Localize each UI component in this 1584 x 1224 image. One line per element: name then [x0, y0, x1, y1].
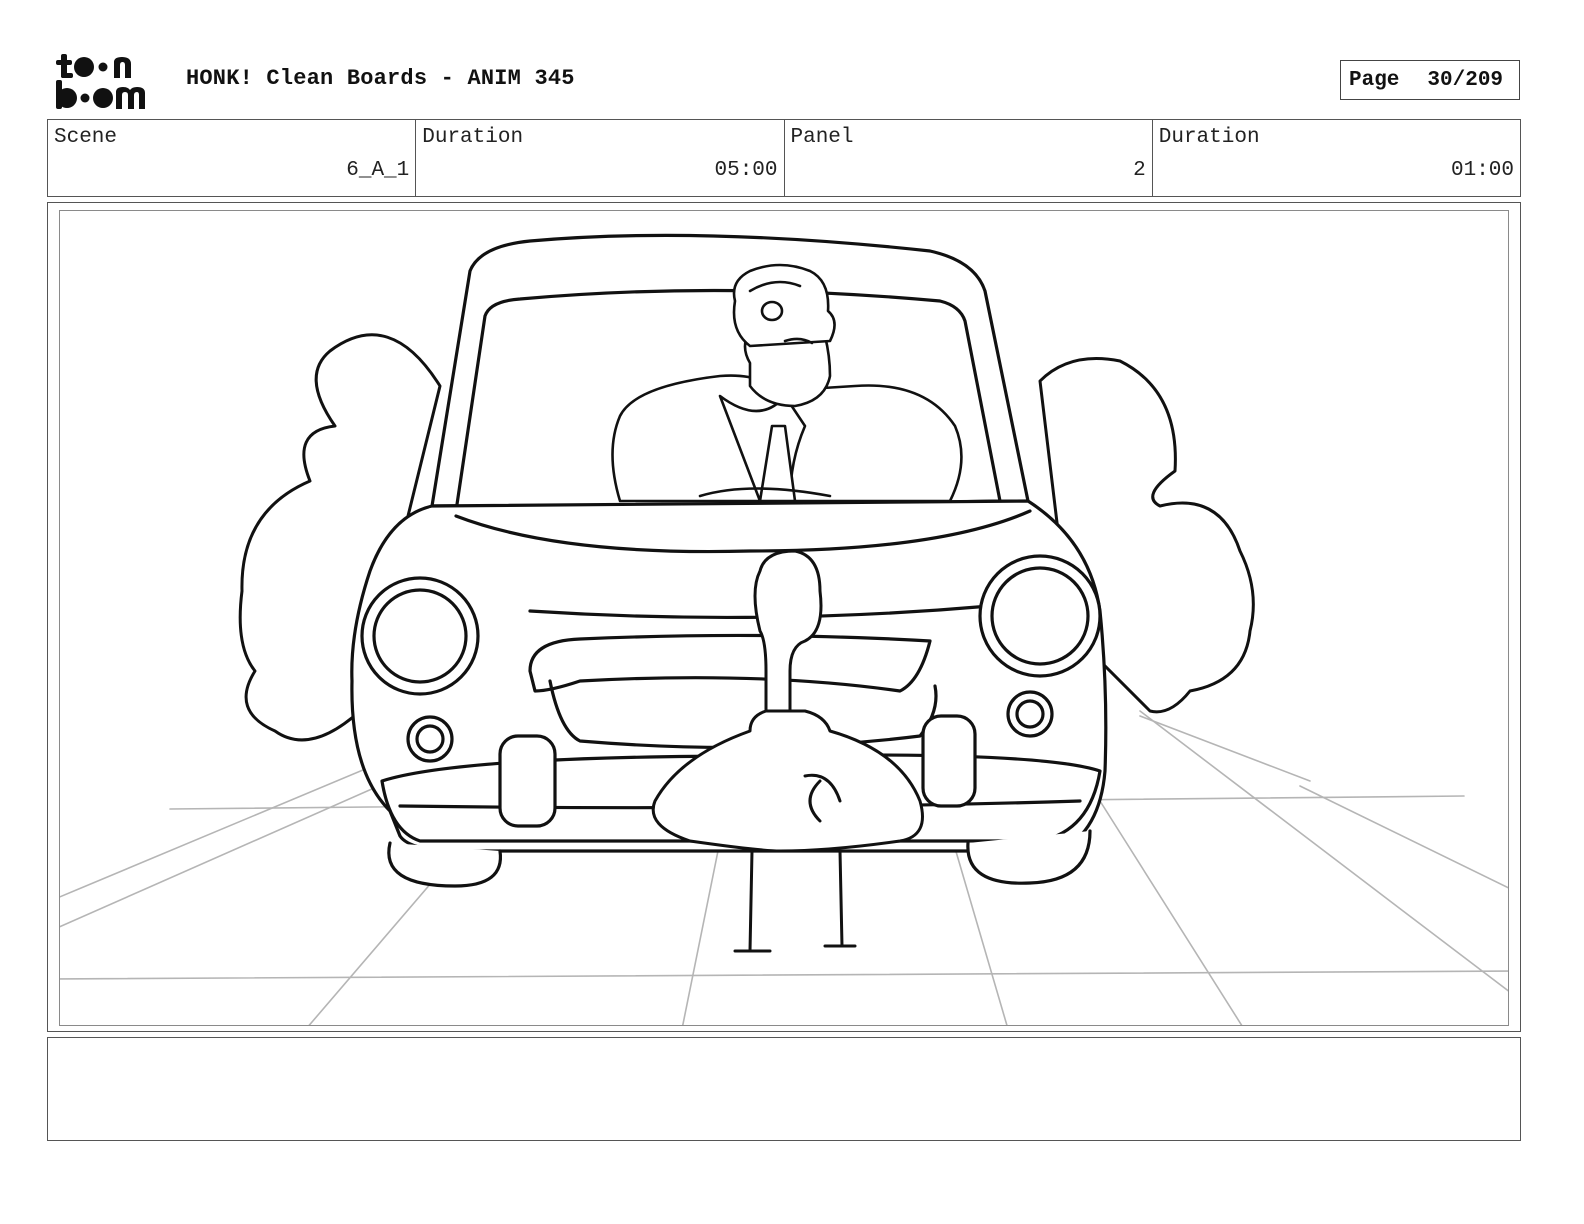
- scene-value: 6_A_1: [346, 159, 410, 182]
- page-indicator: Page 30/209: [1340, 60, 1520, 100]
- page-label: Page: [1349, 68, 1400, 92]
- scene-duration-label: Duration: [422, 126, 524, 149]
- panel-duration-label: Duration: [1158, 126, 1260, 149]
- scene-cell: Scene 6_A_1: [48, 120, 417, 196]
- storyboard-drawing: [60, 233, 1508, 1025]
- scene-label: Scene: [54, 126, 118, 149]
- board-title: HONK! Clean Boards - ANIM 345: [186, 66, 575, 91]
- storyboard-panel-safe-area: [59, 210, 1509, 1026]
- panel-duration-cell: Duration 01:00: [1153, 120, 1520, 196]
- panel-notes-box: [47, 1037, 1521, 1141]
- page-number: 30/209: [1427, 68, 1504, 92]
- toon-boom-logo: [52, 50, 164, 112]
- panel-info-row: Scene 6_A_1 Duration 05:00 Panel 2 Durat…: [47, 119, 1521, 197]
- toon-boom-logo-icon: [56, 54, 145, 109]
- scene-duration-value: 05:00: [714, 159, 778, 182]
- storyboard-panel-frame: [47, 202, 1521, 1032]
- panel-label: Panel: [790, 126, 854, 149]
- panel-cell: Panel 2: [785, 120, 1153, 196]
- panel-value: 2: [1133, 159, 1146, 182]
- scene-duration-cell: Duration 05:00: [416, 120, 785, 196]
- panel-duration-value: 01:00: [1450, 159, 1514, 182]
